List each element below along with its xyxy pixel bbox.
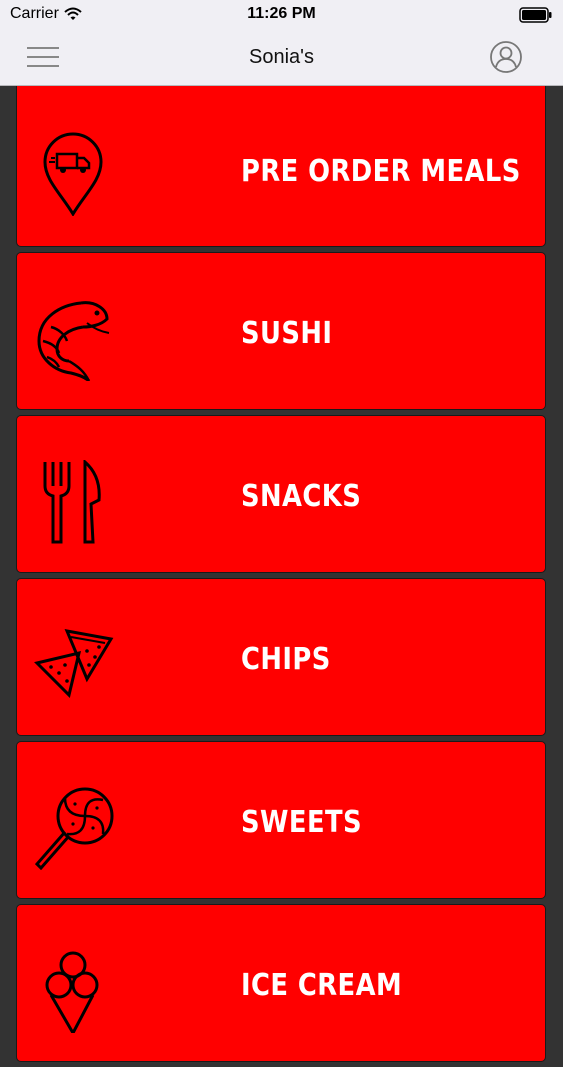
navigation-bar: Sonia's bbox=[0, 30, 563, 86]
category-tile-pre-order-meals[interactable]: PRE ORDER MEALS bbox=[16, 86, 546, 247]
battery-icon bbox=[519, 7, 553, 23]
page-title: Sonia's bbox=[249, 46, 314, 68]
category-label: SUSHI bbox=[241, 316, 333, 351]
lollipop-icon bbox=[31, 786, 115, 870]
category-tile-ice-cream[interactable]: ICE CREAM bbox=[16, 904, 546, 1062]
status-bar: Carrier 11:26 PM bbox=[0, 0, 563, 30]
status-time: 11:26 PM bbox=[247, 5, 316, 22]
ice-cream-icon bbox=[31, 949, 115, 1033]
category-label: SWEETS bbox=[241, 805, 363, 840]
category-tile-snacks[interactable]: SNACKS bbox=[16, 415, 546, 573]
shrimp-icon bbox=[31, 297, 115, 381]
category-tile-sweets[interactable]: SWEETS bbox=[16, 741, 546, 899]
profile-button[interactable] bbox=[489, 40, 523, 74]
user-profile-icon bbox=[490, 41, 522, 73]
category-label: ICE CREAM bbox=[241, 968, 403, 1003]
category-label: PRE ORDER MEALS bbox=[241, 154, 521, 189]
fork-knife-icon bbox=[31, 460, 115, 544]
category-label: CHIPS bbox=[241, 642, 331, 677]
delivery-location-icon bbox=[31, 132, 115, 216]
tortilla-chips-icon bbox=[31, 623, 115, 707]
category-list: PRE ORDER MEALS SUSHI SNACKS CHIPS SWEET… bbox=[16, 86, 546, 1067]
category-tile-sushi[interactable]: SUSHI bbox=[16, 252, 546, 410]
category-tile-chips[interactable]: CHIPS bbox=[16, 578, 546, 736]
category-label: SNACKS bbox=[241, 479, 362, 514]
